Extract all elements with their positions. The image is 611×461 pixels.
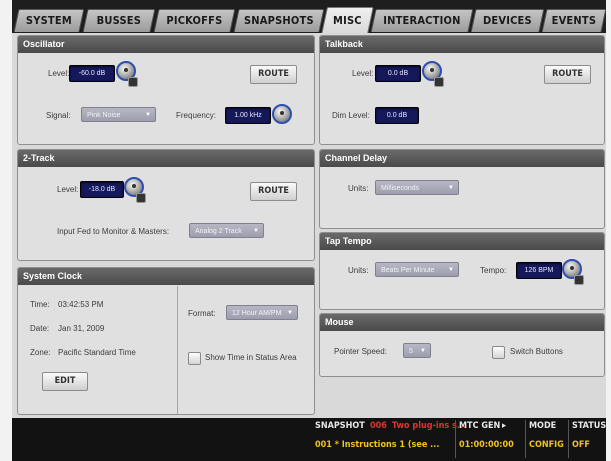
chevron-down-icon: ▼ [448,185,454,191]
tab-snapshots[interactable]: SNAPSHOTS [233,9,325,32]
oscillator-meter-icon [128,77,138,87]
two-track-level-label: Level: [57,185,79,194]
tab-interaction[interactable]: INTERACTION [370,9,474,32]
status-divider [525,420,526,458]
snapshot-number: 006 [370,421,387,431]
oscillator-frequency-field[interactable]: 1.00 kHz [225,107,271,124]
tap-tempo-units-label: Units: [348,266,369,275]
zone-label: Zone: [30,348,51,357]
switch-buttons-label: Switch Buttons [510,347,563,356]
mtc-timecode: 01:00:00:00 [459,440,514,450]
status-label: STATUS [572,421,607,431]
chevron-down-icon: ▼ [448,267,454,273]
two-track-level-field[interactable]: -18.0 dB [80,181,124,198]
snapshot-current[interactable]: 001 * Instructions 1 (see ... [315,440,439,450]
talkback-meter-icon [434,77,444,87]
talkback-dim-field[interactable]: 0.0 dB [375,107,419,124]
talkback-title: Talkback [320,36,604,53]
channel-delay-panel: Channel Delay Units: Milliseconds ▼ [319,149,605,229]
chevron-down-icon: ▼ [420,348,426,354]
talkback-route-button[interactable]: ROUTE [544,65,591,84]
two-track-panel: 2-Track Level: -18.0 dB ROUTE Input Fed … [17,149,315,261]
date-value: Jan 31, 2009 [58,324,105,333]
two-track-route-button[interactable]: ROUTE [250,182,297,201]
mouse-title: Mouse [320,314,604,331]
tab-misc[interactable]: MISC [321,7,374,34]
clock-edit-button[interactable]: EDIT [42,372,88,391]
mouse-panel: Mouse Pointer Speed: 5 ▼ Switch Buttons [319,313,605,377]
oscillator-panel: Oscillator Level: -60.0 dB ROUTE Signal:… [17,35,315,145]
show-time-checkbox[interactable] [188,352,201,365]
tap-tempo-title: Tap Tempo [320,233,604,250]
tab-devices[interactable]: DEVICES [470,9,545,32]
system-clock-title: System Clock [18,268,314,285]
talkback-dim-label: Dim Level: [332,111,370,120]
chevron-down-icon: ▼ [287,310,293,316]
input-fed-label: Input Fed to Monitor & Masters: [57,227,170,236]
tab-busses[interactable]: BUSSES [82,9,156,32]
date-label: Date: [30,324,50,333]
status-divider [568,420,569,458]
zone-value: Pacific Standard Time [58,348,136,357]
two-track-meter-icon [136,193,146,203]
show-time-label: Show Time in Status Area [205,353,297,362]
channel-delay-title: Channel Delay [320,150,604,167]
oscillator-signal-label: Signal: [46,111,71,120]
tap-tempo-tap-icon[interactable] [574,275,584,285]
tab-system[interactable]: SYSTEM [13,9,85,32]
tap-tempo-tempo-label: Tempo: [480,266,507,275]
channel-delay-units-label: Units: [348,184,369,193]
clock-divider [177,286,178,414]
oscillator-route-button[interactable]: ROUTE [250,65,297,84]
talkback-panel: Talkback Level: 0.0 dB ROUTE Dim Level: … [319,35,605,145]
oscillator-title: Oscillator [18,36,314,53]
mode-value[interactable]: CONFIG [529,440,564,450]
play-icon[interactable]: ▸ [502,421,506,431]
oscillator-frequency-label: Frequency: [176,111,217,120]
pointer-speed-dropdown[interactable]: 5 ▼ [403,343,431,358]
input-fed-dropdown[interactable]: Analog 2 Track ▼ [189,223,264,238]
mode-label: MODE [529,421,557,431]
status-value[interactable]: OFF [572,440,590,450]
venue-misc-window: SYSTEM BUSSES PICKOFFS SNAPSHOTS MISC IN… [12,0,607,461]
tap-tempo-units-dropdown[interactable]: Beats Per Minute ▼ [375,262,459,277]
tab-bar: SYSTEM BUSSES PICKOFFS SNAPSHOTS MISC IN… [12,0,607,34]
misc-page-content: Oscillator Level: -60.0 dB ROUTE Signal:… [12,33,606,418]
system-clock-panel: System Clock Time: 03:42:53 PM Date: Jan… [17,267,315,415]
channel-delay-units-dropdown[interactable]: Milliseconds ▼ [375,180,459,195]
tab-pickoffs[interactable]: PICKOFFS [153,9,236,32]
oscillator-level-label: Level: [48,69,70,78]
format-dropdown[interactable]: 12 Hour AM/PM ▼ [226,305,298,320]
tap-tempo-panel: Tap Tempo Units: Beats Per Minute ▼ Tempo… [319,232,605,310]
oscillator-signal-dropdown[interactable]: Pink Noise ▼ [81,107,156,122]
chevron-down-icon: ▼ [145,112,151,118]
talkback-level-label: Level: [352,69,374,78]
pointer-speed-label: Pointer Speed: [334,347,387,356]
time-label: Time: [30,300,50,309]
switch-buttons-checkbox[interactable] [492,346,505,359]
chevron-down-icon: ▼ [253,228,259,234]
oscillator-frequency-knob-icon[interactable] [272,104,292,124]
two-track-title: 2-Track [18,150,314,167]
tab-events[interactable]: EVENTS [541,9,607,32]
time-value: 03:42:53 PM [58,300,104,309]
snapshot-label: SNAPSHOT [315,421,365,431]
format-label: Format: [188,309,216,318]
talkback-level-field[interactable]: 0.0 dB [375,65,421,82]
status-divider [455,420,456,458]
status-bar: SNAPSHOT 006 Two plug-ins s... 001 * Ins… [12,418,606,461]
oscillator-level-field[interactable]: -60.0 dB [69,65,115,82]
mtc-gen-label: MTC GEN [459,421,501,431]
tap-tempo-tempo-field[interactable]: 126 BPM [516,262,562,279]
